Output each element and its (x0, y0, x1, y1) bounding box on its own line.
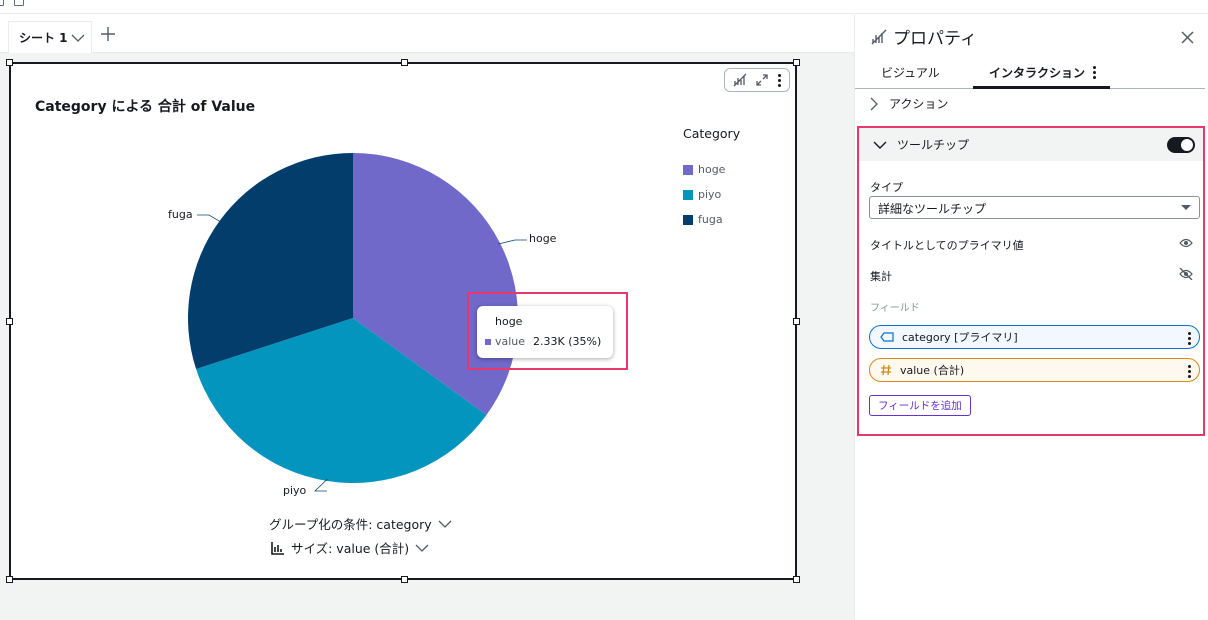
legend-item[interactable]: fuga (683, 207, 740, 232)
legend-label: piyo (698, 188, 722, 201)
slice-label-fuga: fuga (168, 208, 193, 221)
legend-item[interactable]: piyo (683, 182, 740, 207)
hash-icon (881, 364, 891, 376)
chevron-down-icon[interactable] (438, 519, 452, 529)
panel-tabs: ビジュアル インタラクション (855, 60, 1205, 89)
sheet-canvas: シート 1 Category による 合計 of Value hoge piyo… (0, 15, 854, 620)
legend-label: hoge (698, 163, 726, 176)
size-label: サイズ: value (合計) (291, 541, 410, 556)
tooltip-settings-section: ツールチップ タイプ 詳細なツールチップ タイトルとしてのプライマリ値 集計 フ… (857, 126, 1205, 436)
leader-line-fuga (197, 214, 222, 223)
field-pill-label: category [プライマリ] (902, 331, 1018, 344)
properties-panel: プロパティ ビジュアル インタラクション アクション ツールチップ タイプ 詳細… (854, 15, 1208, 620)
legend-label: fuga (698, 213, 723, 226)
sheet-tab[interactable]: シート 1 (8, 21, 92, 53)
tab-visual[interactable]: ビジュアル (881, 64, 940, 81)
panel-header: プロパティ (871, 24, 977, 49)
toggle-knob (1181, 139, 1193, 151)
tooltip-toggle[interactable] (1167, 137, 1195, 153)
bar-chart-icon (271, 541, 284, 555)
aggregate-label: 集計 (870, 270, 892, 283)
pie-chart (187, 153, 527, 492)
chevron-down-icon[interactable] (873, 140, 887, 150)
slice-label-piyo: piyo (283, 484, 307, 497)
document-icon[interactable] (14, 0, 24, 6)
add-sheet-icon[interactable] (100, 26, 116, 42)
section-action[interactable]: アクション (869, 95, 948, 112)
add-field-button[interactable]: フィールドを追加 (869, 395, 971, 416)
active-tab-indicator (973, 86, 1110, 89)
type-label: タイプ (870, 181, 903, 194)
eye-off-icon[interactable] (1179, 268, 1193, 280)
tab-interaction[interactable]: インタラクション (989, 64, 1085, 81)
section-action-label: アクション (889, 97, 949, 111)
chevron-down-icon[interactable] (71, 33, 85, 43)
panel-title: プロパティ (893, 29, 977, 49)
legend-title: Category (683, 126, 741, 141)
close-icon[interactable] (1181, 31, 1194, 44)
size-control[interactable]: サイズ: value (合計) (271, 538, 429, 557)
chevron-right-icon[interactable] (869, 97, 879, 111)
group-by-control[interactable]: グループ化の条件: category (269, 514, 452, 533)
legend-swatch (683, 189, 693, 200)
legend-item[interactable]: hoge (683, 157, 740, 182)
sheet-tab-bar: シート 1 (0, 15, 854, 53)
top-strip (0, 0, 1208, 14)
field-pill-value[interactable]: value (合計) (869, 358, 1200, 382)
legend-swatch (683, 214, 693, 225)
leader-line-hoge (498, 239, 527, 245)
sheet-tab-label: シート 1 (19, 31, 68, 45)
field-pill-label: value (合計) (900, 364, 965, 377)
dimension-tag-icon (880, 332, 894, 342)
legend-swatch (683, 164, 693, 175)
more-options-icon[interactable] (1188, 331, 1191, 346)
leader-line-piyo (314, 478, 328, 492)
fields-label: フィールド (870, 303, 920, 314)
more-options-icon[interactable] (1093, 65, 1096, 80)
menu-icon[interactable] (0, 0, 4, 6)
slice-label-hoge: hoge (529, 232, 557, 245)
tooltip-section-label: ツールチップ (897, 138, 970, 152)
tooltip-section-header[interactable]: ツールチップ (859, 128, 1203, 161)
eye-icon[interactable] (1179, 237, 1193, 249)
primary-title-label: タイトルとしてのプライマリ値 (870, 239, 1024, 252)
chart-legend: Category hoge piyo fuga (683, 126, 740, 232)
pie-chart-visual[interactable]: Category による 合計 of Value hoge piyo fuga … (6, 59, 800, 583)
tooltip-type-select[interactable]: 詳細なツールチップ (869, 196, 1200, 219)
tooltip-type-value: 詳細なツールチップ (878, 202, 987, 216)
caret-down-icon (1181, 205, 1191, 210)
insights-icon (871, 29, 887, 44)
group-by-label: グループ化の条件: category (269, 517, 432, 532)
field-pill-category[interactable]: category [プライマリ] (869, 325, 1200, 349)
more-options-icon[interactable] (1188, 364, 1191, 379)
highlight-box (467, 292, 628, 370)
chevron-down-icon[interactable] (415, 543, 429, 553)
